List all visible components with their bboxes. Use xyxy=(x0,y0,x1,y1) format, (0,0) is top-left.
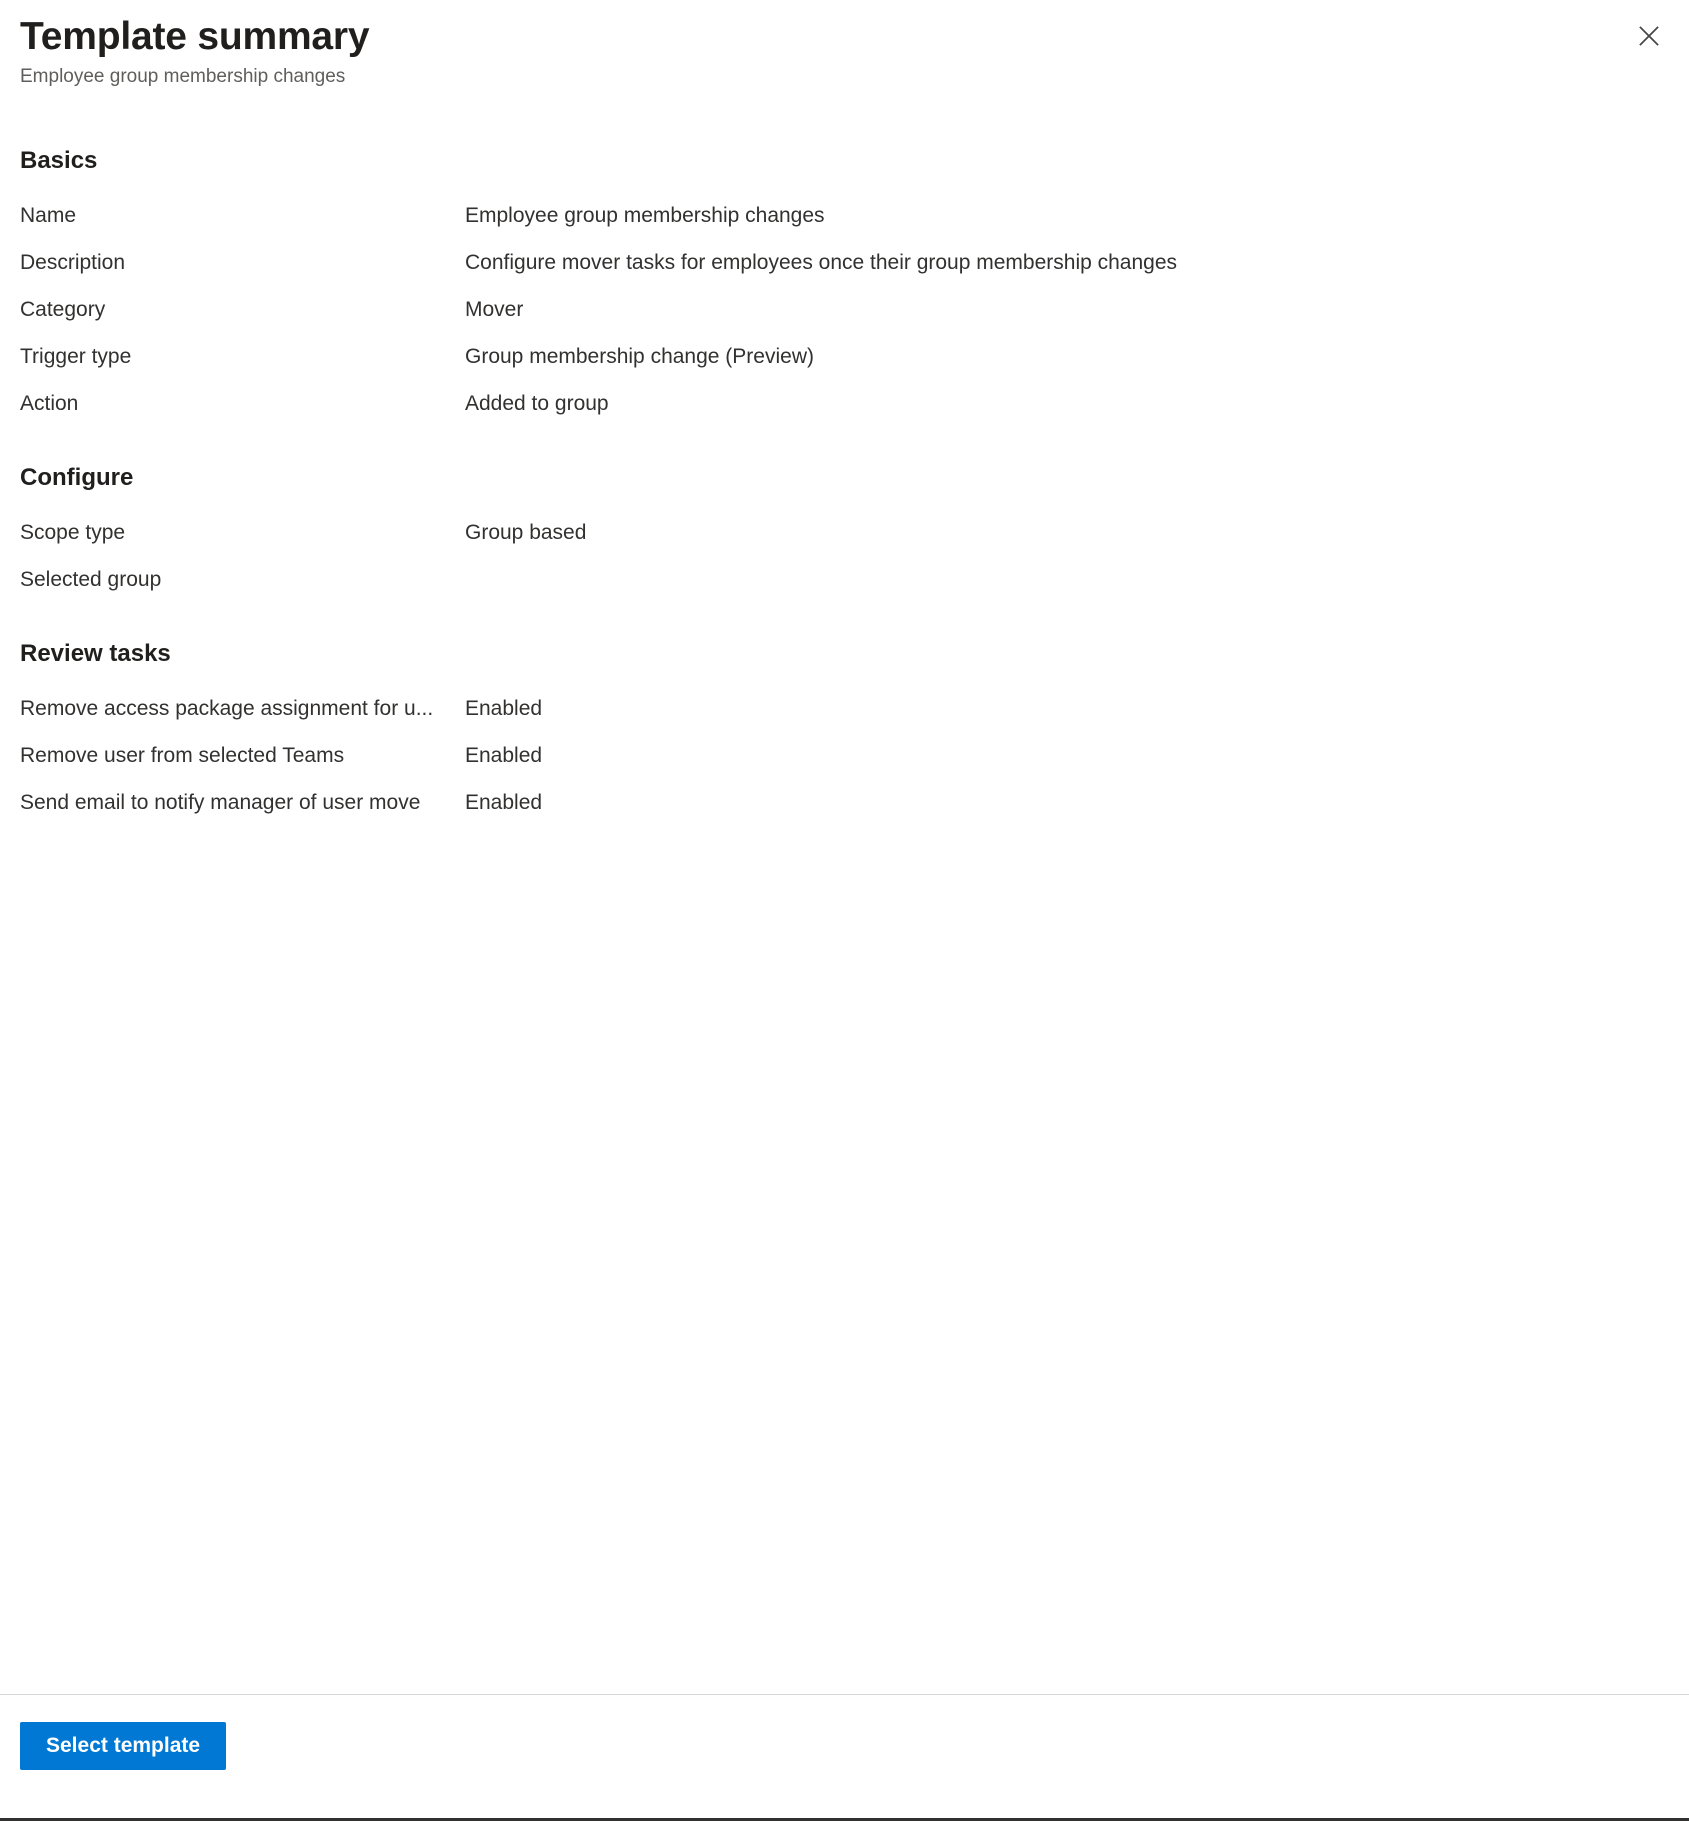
configure-detail-list: Scope type Group based Selected group xyxy=(20,509,1669,603)
section-heading-configure: Configure xyxy=(20,463,134,491)
detail-row: Description Configure mover tasks for em… xyxy=(20,239,1669,286)
task-status: Enabled xyxy=(465,696,543,720)
detail-row: Action Added to group xyxy=(20,380,1669,427)
detail-row: Selected group xyxy=(20,556,1669,603)
task-status: Enabled xyxy=(465,743,543,767)
section-basics: Basics Name Employee group membership ch… xyxy=(20,146,1669,427)
detail-value: Added to group xyxy=(465,391,609,415)
panel-header: Template summary Employee group membersh… xyxy=(0,0,1689,90)
detail-row: Name Employee group membership changes xyxy=(20,192,1669,239)
detail-row: Scope type Group based xyxy=(20,509,1669,556)
task-row: Remove user from selected Teams Enabled xyxy=(20,732,1669,779)
page-title: Template summary xyxy=(20,15,370,58)
select-template-button[interactable]: Select template xyxy=(20,1722,227,1770)
close-icon xyxy=(1637,24,1661,48)
detail-value: Group based xyxy=(465,520,587,544)
detail-value: Employee group membership changes xyxy=(465,203,825,227)
task-name: Remove access package assignment for u..… xyxy=(20,696,434,720)
task-row: Remove access package assignment for u..… xyxy=(20,685,1669,732)
detail-key: Selected group xyxy=(20,567,162,591)
page-subtitle: Employee group membership changes xyxy=(20,66,346,88)
template-summary-panel: Template summary Employee group membersh… xyxy=(0,0,1689,1821)
panel-footer: Select template xyxy=(0,1694,1689,1818)
panel-body: Basics Name Employee group membership ch… xyxy=(0,90,1689,1694)
close-button[interactable] xyxy=(1625,12,1673,60)
detail-key: Trigger type xyxy=(20,344,132,368)
detail-key: Name xyxy=(20,203,77,227)
task-name: Remove user from selected Teams xyxy=(20,743,345,767)
detail-row: Trigger type Group membership change (Pr… xyxy=(20,333,1669,380)
detail-key: Action xyxy=(20,391,79,415)
detail-value: Configure mover tasks for employees once… xyxy=(465,250,1178,274)
detail-key: Category xyxy=(20,297,106,321)
task-status: Enabled xyxy=(465,790,543,814)
detail-row: Category Mover xyxy=(20,286,1669,333)
detail-value: Mover xyxy=(465,297,524,321)
section-heading-review-tasks: Review tasks xyxy=(20,639,171,667)
section-configure: Configure Scope type Group based Selecte… xyxy=(20,463,1669,603)
task-name: Send email to notify manager of user mov… xyxy=(20,790,421,814)
task-row: Send email to notify manager of user mov… xyxy=(20,779,1669,826)
detail-key: Description xyxy=(20,250,126,274)
detail-key: Scope type xyxy=(20,520,126,544)
detail-value: Group membership change (Preview) xyxy=(465,344,814,368)
review-tasks-list: Remove access package assignment for u..… xyxy=(20,685,1669,826)
basics-detail-list: Name Employee group membership changes D… xyxy=(20,192,1669,427)
section-heading-basics: Basics xyxy=(20,146,98,174)
section-review-tasks: Review tasks Remove access package assig… xyxy=(20,639,1669,826)
